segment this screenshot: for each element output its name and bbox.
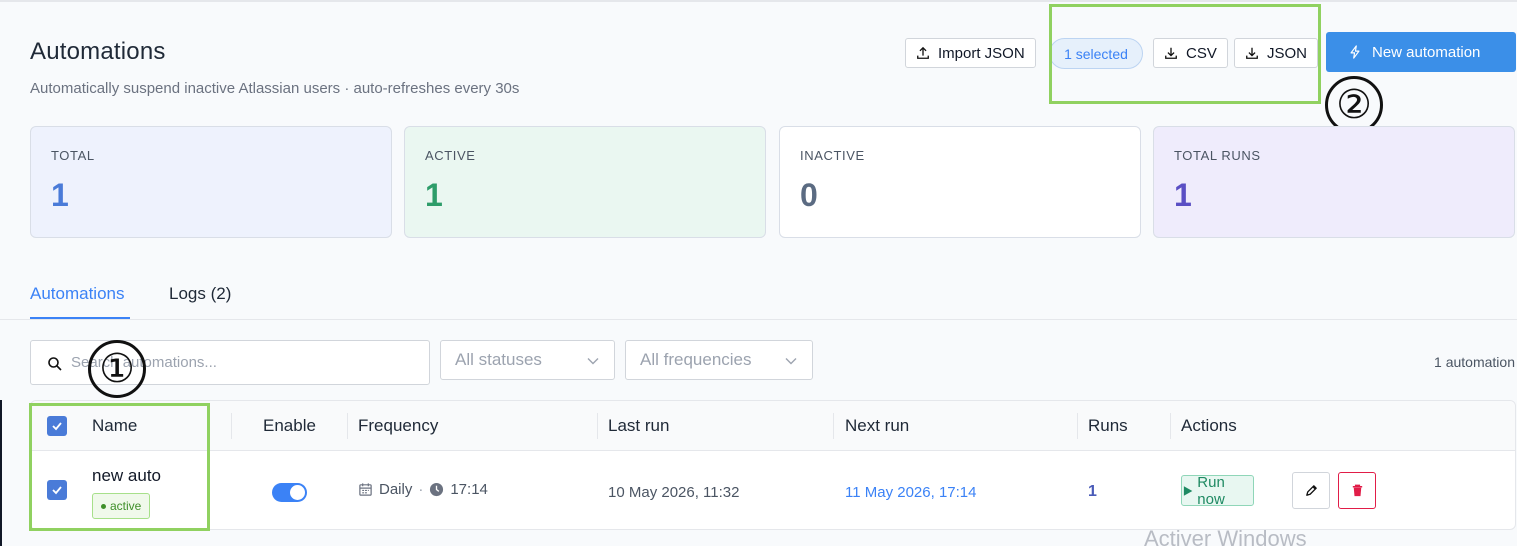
automation-count: 1 automation [1434, 354, 1515, 370]
frequency-value: Daily [379, 481, 413, 498]
header-last-run: Last run [608, 416, 670, 435]
clock-icon [430, 482, 444, 497]
run-now-button[interactable]: Run now [1181, 473, 1254, 508]
header-separator [347, 413, 348, 439]
table-header: Name Enable Frequency Last run Next run … [31, 401, 1515, 451]
status-filter-select[interactable]: All statuses [440, 340, 615, 380]
header-frequency: Frequency [358, 416, 439, 435]
header-separator [597, 413, 598, 439]
stat-card-inactive: INACTIVE 0 [779, 126, 1141, 238]
header-next-run: Next run [845, 416, 910, 435]
new-automation-label: New automation [1372, 43, 1481, 61]
enable-toggle[interactable] [272, 483, 307, 502]
frequency-filter-select[interactable]: All frequencies [625, 340, 813, 380]
import-json-label: Import JSON [938, 44, 1025, 62]
trash-icon [1352, 484, 1362, 497]
tab-automations[interactable]: Automations [30, 284, 125, 304]
stat-value: 1 [425, 177, 443, 213]
active-tab-indicator [30, 317, 130, 319]
automations-table: Name Enable Frequency Last run Next run … [30, 400, 1516, 530]
header-separator [833, 413, 834, 439]
header-runs: Runs [1088, 416, 1128, 435]
stat-label: INACTIVE [800, 148, 865, 163]
stat-value: 1 [51, 177, 69, 213]
lightning-icon [1350, 45, 1360, 59]
stat-value: 1 [1174, 177, 1192, 213]
edit-button[interactable] [1292, 472, 1330, 509]
header-enable: Enable [263, 416, 316, 435]
stat-label: TOTAL [51, 148, 95, 163]
stat-card-total-runs: TOTAL RUNS 1 [1153, 126, 1515, 238]
status-filter-value: All statuses [455, 350, 542, 369]
chevron-down-icon [785, 358, 797, 365]
import-json-button[interactable]: Import JSON [905, 38, 1036, 68]
stat-value: 0 [800, 177, 818, 213]
run-now-label: Run now [1197, 473, 1225, 508]
left-border [0, 400, 2, 546]
time-value: 17:14 [450, 481, 488, 498]
last-run-value: 10 May 2026, 11:32 [608, 484, 740, 501]
calendar-icon [359, 483, 372, 496]
top-border [0, 0, 1517, 2]
tabs-divider [0, 319, 1517, 320]
runs-value: 1 [1088, 483, 1097, 500]
frequency-separator: · [418, 481, 424, 498]
page-subtitle: Automatically suspend inactive Atlassian… [30, 80, 520, 97]
annotation-one: ① [88, 340, 146, 398]
toggle-knob [290, 485, 305, 500]
frequency-cell: Daily · 17:14 [358, 481, 488, 498]
chevron-down-icon [587, 358, 599, 365]
frequency-filter-value: All frequencies [640, 350, 752, 369]
tab-logs[interactable]: Logs (2) [169, 284, 231, 304]
header-actions: Actions [1181, 416, 1237, 435]
stat-card-active: ACTIVE 1 [404, 126, 766, 238]
upload-icon [917, 46, 929, 59]
highlight-box-name [29, 403, 210, 531]
next-run-value: 11 May 2026, 17:14 [845, 484, 977, 501]
search-icon [48, 357, 62, 371]
pencil-icon [1305, 485, 1317, 496]
header-separator [1077, 413, 1078, 439]
delete-button[interactable] [1338, 472, 1376, 509]
new-automation-button[interactable]: New automation [1326, 32, 1516, 72]
stat-label: ACTIVE [425, 148, 476, 163]
header-separator [1170, 413, 1171, 439]
stat-label: TOTAL RUNS [1174, 148, 1261, 163]
windows-activation-watermark: Activer Windows [1144, 526, 1307, 546]
page-title: Automations [30, 38, 166, 65]
highlight-box-export [1049, 4, 1321, 104]
stat-card-total: TOTAL 1 [30, 126, 392, 238]
play-icon [1183, 485, 1193, 496]
header-separator [231, 413, 232, 439]
